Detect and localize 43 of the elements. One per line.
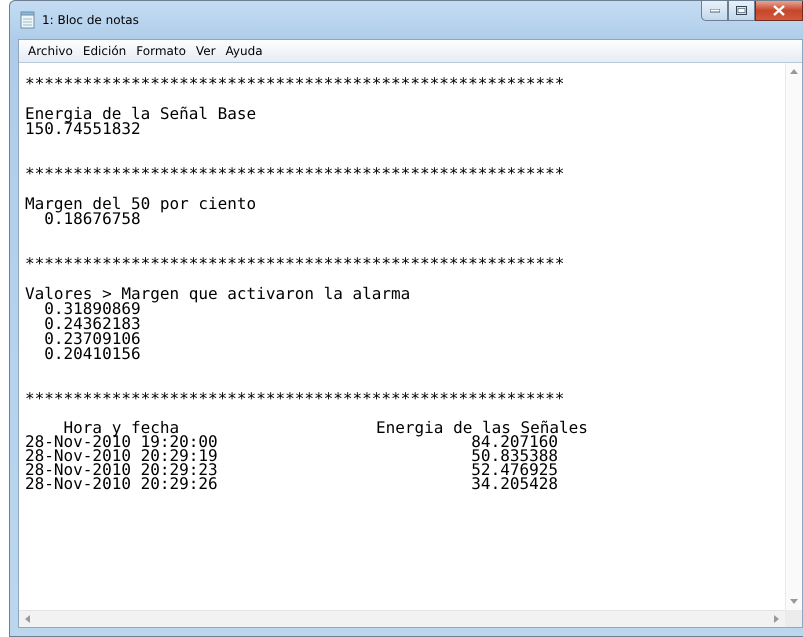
maximize-icon	[736, 6, 747, 15]
menu-item[interactable]: Archivo	[23, 44, 78, 58]
table-cell-text: 28-Nov-2010 19:20:00	[25, 435, 219, 449]
close-icon	[773, 5, 785, 16]
text-line: 0.20410156	[43, 346, 142, 361]
text-line: 0.18676758	[44, 211, 141, 226]
text-line: 0.23709106	[43, 331, 142, 346]
menu-item[interactable]: Ver	[190, 44, 221, 58]
maximize-button[interactable]	[728, 1, 755, 21]
table-cell-text: 52.476925	[470, 463, 559, 477]
text-line: ********************************************************	[25, 76, 566, 91]
table-cell-text: 28-Nov-2010 20:29:23	[25, 463, 219, 477]
text-line: Energia de la Señal Base	[25, 106, 258, 121]
up-arrow-icon	[790, 69, 798, 74]
menu-item[interactable]: Edición	[78, 44, 132, 58]
menu-item[interactable]: Formato	[131, 44, 191, 58]
table-cell-text: 34.205428	[470, 477, 559, 491]
text-line: 0.24362183	[43, 316, 142, 331]
text-line: 150.74551832	[25, 121, 141, 136]
vertical-scrollbar[interactable]	[785, 63, 802, 610]
column-header: Energia de las Señales	[376, 421, 589, 435]
minimize-icon	[710, 8, 720, 12]
text-line: Margen del 50 por ciento	[25, 196, 258, 211]
right-arrow-icon	[774, 615, 779, 623]
minimize-button[interactable]	[701, 1, 728, 21]
table-cell-text: 50.835388	[470, 449, 559, 463]
down-arrow-icon	[790, 599, 798, 604]
text-line: ********************************************************	[25, 166, 566, 181]
window-title: 1: Bloc de notas	[42, 13, 139, 27]
close-button[interactable]	[755, 1, 803, 21]
column-header: Hora y fecha	[64, 421, 180, 435]
table-cell-text: 28-Nov-2010 20:29:26	[25, 477, 219, 491]
text-line: 0.31890869	[44, 301, 141, 316]
table-cell-text: 28-Nov-2010 20:29:19	[25, 449, 219, 463]
text-line: ********************************************************	[25, 391, 566, 406]
table-cell-text: 84.207160	[471, 435, 558, 449]
left-arrow-icon	[25, 615, 30, 623]
resize-grip[interactable]	[785, 610, 802, 627]
notepad-icon	[20, 11, 36, 29]
text-line: Valores > Margen que activaron la alarma	[25, 286, 412, 301]
horizontal-scrollbar[interactable]	[19, 610, 785, 627]
menu-item[interactable]: Ayuda	[220, 44, 268, 58]
text-line: ********************************************************	[25, 256, 566, 271]
